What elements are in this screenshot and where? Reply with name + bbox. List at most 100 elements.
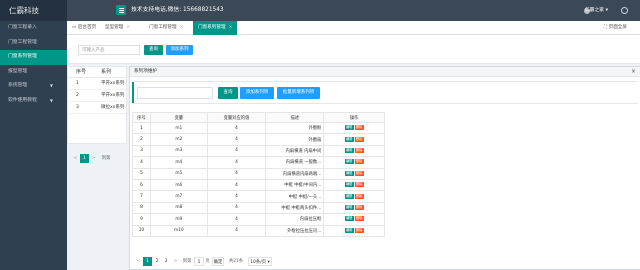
sidebar-item-series-manage[interactable]: 门窗系列管理 <box>0 50 67 65</box>
page-button[interactable]: 3 <box>162 257 170 266</box>
table-row[interactable]: 2 平开xx系列 <box>68 90 126 102</box>
edit-button[interactable]: 编辑 <box>344 136 354 142</box>
row-series: 平开xx系列 <box>101 81 125 86</box>
sidebar-item-label: 系统管理 <box>8 83 28 88</box>
delete-button[interactable]: 删除 <box>354 159 364 165</box>
variable-cell: m5 <box>149 167 208 180</box>
delete-button[interactable]: 删除 <box>354 125 364 131</box>
close-icon[interactable]: × <box>180 25 184 30</box>
fullscreen-button[interactable]: ⛶ 页面全屏 <box>604 21 627 35</box>
table-row: 2 m2 4 外圈扇 编辑 删除 <box>132 133 385 146</box>
delete-button[interactable]: 删除 <box>354 136 364 142</box>
delete-button[interactable]: 删除 <box>354 193 364 199</box>
power-icon[interactable] <box>621 7 628 14</box>
column-header: 变量 <box>149 112 208 123</box>
series-item-search-input[interactable] <box>137 87 213 99</box>
value-cell: 4 <box>206 224 267 237</box>
edit-button[interactable]: 编辑 <box>344 170 354 176</box>
value-cell: 4 <box>206 201 267 215</box>
row-index: 5 <box>132 167 151 180</box>
delete-button[interactable]: 删除 <box>354 147 364 153</box>
edit-button[interactable]: 编辑 <box>344 147 354 153</box>
row-index: 9 <box>132 213 151 226</box>
page-size-value: 10条/页 <box>250 260 267 265</box>
total-count: 共21条 <box>228 259 244 264</box>
sidebar-item-tutorial[interactable]: 软件使用教程 ▼ <box>0 94 67 109</box>
delete-button[interactable]: 删除 <box>354 182 364 188</box>
row-index: 2 <box>132 133 151 146</box>
description-cell: 中梃 中梃/一头... <box>265 190 325 203</box>
page-button-current[interactable]: 1 <box>143 257 152 266</box>
app-logo: 仁霸科技 <box>0 0 67 21</box>
close-icon[interactable]: × <box>229 25 233 30</box>
column-header: 序号 <box>76 69 87 75</box>
add-series-button[interactable]: 添加系列 <box>166 45 193 55</box>
series-search-input[interactable]: 可输入产品 <box>78 45 140 55</box>
edit-button[interactable]: 编辑 <box>344 193 354 199</box>
edit-button[interactable]: 编辑 <box>344 216 354 222</box>
tab-profile[interactable]: 型型管理 × <box>105 21 130 35</box>
tab-series-manage[interactable]: 门窗系列管理 × <box>193 21 238 35</box>
delete-button[interactable]: 删除 <box>354 170 364 176</box>
next-page-button[interactable]: > <box>90 154 97 163</box>
description-cell: 外圈框 <box>265 121 325 135</box>
close-icon[interactable]: × <box>631 67 636 77</box>
sidebar-item-label: 门窗系列管理 <box>8 54 37 59</box>
modal-title: 系列项维护 <box>130 67 640 77</box>
delete-button[interactable]: 删除 <box>354 204 364 210</box>
search-button[interactable]: 查询 <box>218 87 238 99</box>
actions-cell: 编辑 删除 <box>323 144 385 158</box>
page-size-select[interactable]: 10条/页 ▾ <box>248 257 272 266</box>
delete-button[interactable]: 删除 <box>354 216 364 222</box>
actions-cell: 编辑 删除 <box>323 121 385 135</box>
batch-add-button[interactable]: 批量新增系列项 <box>277 87 320 99</box>
value-cell: 4 <box>206 178 267 192</box>
sidebar-item-project-manage[interactable]: 门窗工程管理 <box>0 36 67 51</box>
modal-search-bar: 查询 添加系列项 批量新增系列项 <box>132 81 638 104</box>
main-content: 可输入产品 查询 添加系列 序号 系列 1 平开xx系列 2 平开xx系列 3 微拉x… <box>67 35 640 270</box>
actions-cell: 编辑 删除 <box>323 224 385 237</box>
prev-page-button[interactable]: < <box>72 154 79 163</box>
description-cell: 内扇横道 一般数... <box>265 156 325 169</box>
menu-toggle-button[interactable] <box>116 5 126 15</box>
confirm-page-button[interactable]: 确定 <box>212 257 224 266</box>
table-row: 6 m6 4 中梃 中梃/中间内... 编辑 删除 <box>132 178 385 192</box>
edit-button[interactable]: 编辑 <box>344 227 354 233</box>
sidebar-item-profile-manage[interactable]: 报型管理 <box>0 65 67 80</box>
value-cell: 4 <box>206 156 267 169</box>
close-icon[interactable]: × <box>126 25 130 30</box>
edit-button[interactable]: 编辑 <box>344 159 354 165</box>
search-button[interactable]: 查询 <box>144 45 163 55</box>
edit-button[interactable]: 编辑 <box>344 204 354 210</box>
sidebar-item-system[interactable]: 系统管理 ▼ <box>0 79 67 94</box>
sidebar-item-project-entry[interactable]: 门窗工程录入 <box>0 21 67 36</box>
prev-page-button[interactable]: < <box>135 257 142 266</box>
row-index: 4 <box>132 156 151 169</box>
sidebar-nav: 门窗工程录入 门窗工程管理 门窗系列管理 报型管理 系统管理 ▼ 软件使用教程 ▼ <box>0 21 67 108</box>
page-button-current[interactable]: 1 <box>80 154 89 163</box>
delete-button[interactable]: 删除 <box>354 227 364 233</box>
value-cell: 4 <box>206 167 267 180</box>
column-header: 描述 <box>265 112 325 123</box>
table-row: 5 m5 4 内扇横道内扇两端... 编辑 删除 <box>132 167 385 180</box>
table-row[interactable]: 1 平开xx系列 <box>68 78 126 90</box>
user-menu[interactable]: 仁霸之家 ▾ <box>585 0 608 21</box>
value-cell: 4 <box>206 144 267 158</box>
edit-button[interactable]: 编辑 <box>344 182 354 188</box>
next-page-button[interactable]: > <box>172 257 179 266</box>
goto-label: 到第 <box>101 156 111 161</box>
description-cell: 内扇横道 内扇中间 <box>265 144 325 158</box>
description-cell: 外圈扇 <box>265 133 325 146</box>
page-number-input[interactable]: 1 <box>194 257 204 266</box>
top-header: 技术支持电话,微信: 15668821543 仁霸之家 ▾ <box>67 0 640 21</box>
table-row[interactable]: 3 微拉xx系列 <box>68 102 126 114</box>
row-index: 3 <box>132 144 151 158</box>
tab-project-manage[interactable]: 门窗工程管理 × <box>149 21 183 35</box>
table-row: 1 m1 4 外圈框 编辑 删除 <box>132 121 385 135</box>
table-header: 序号 系列 <box>68 67 126 78</box>
tab-home[interactable]: ▭ 后台首页 <box>72 21 96 35</box>
edit-button[interactable]: 编辑 <box>344 125 354 131</box>
page-button[interactable]: 2 <box>153 257 161 266</box>
table-row: 3 m3 4 内扇横道 内扇中间 编辑 删除 <box>132 144 385 158</box>
add-series-item-button[interactable]: 添加系列项 <box>240 87 274 99</box>
